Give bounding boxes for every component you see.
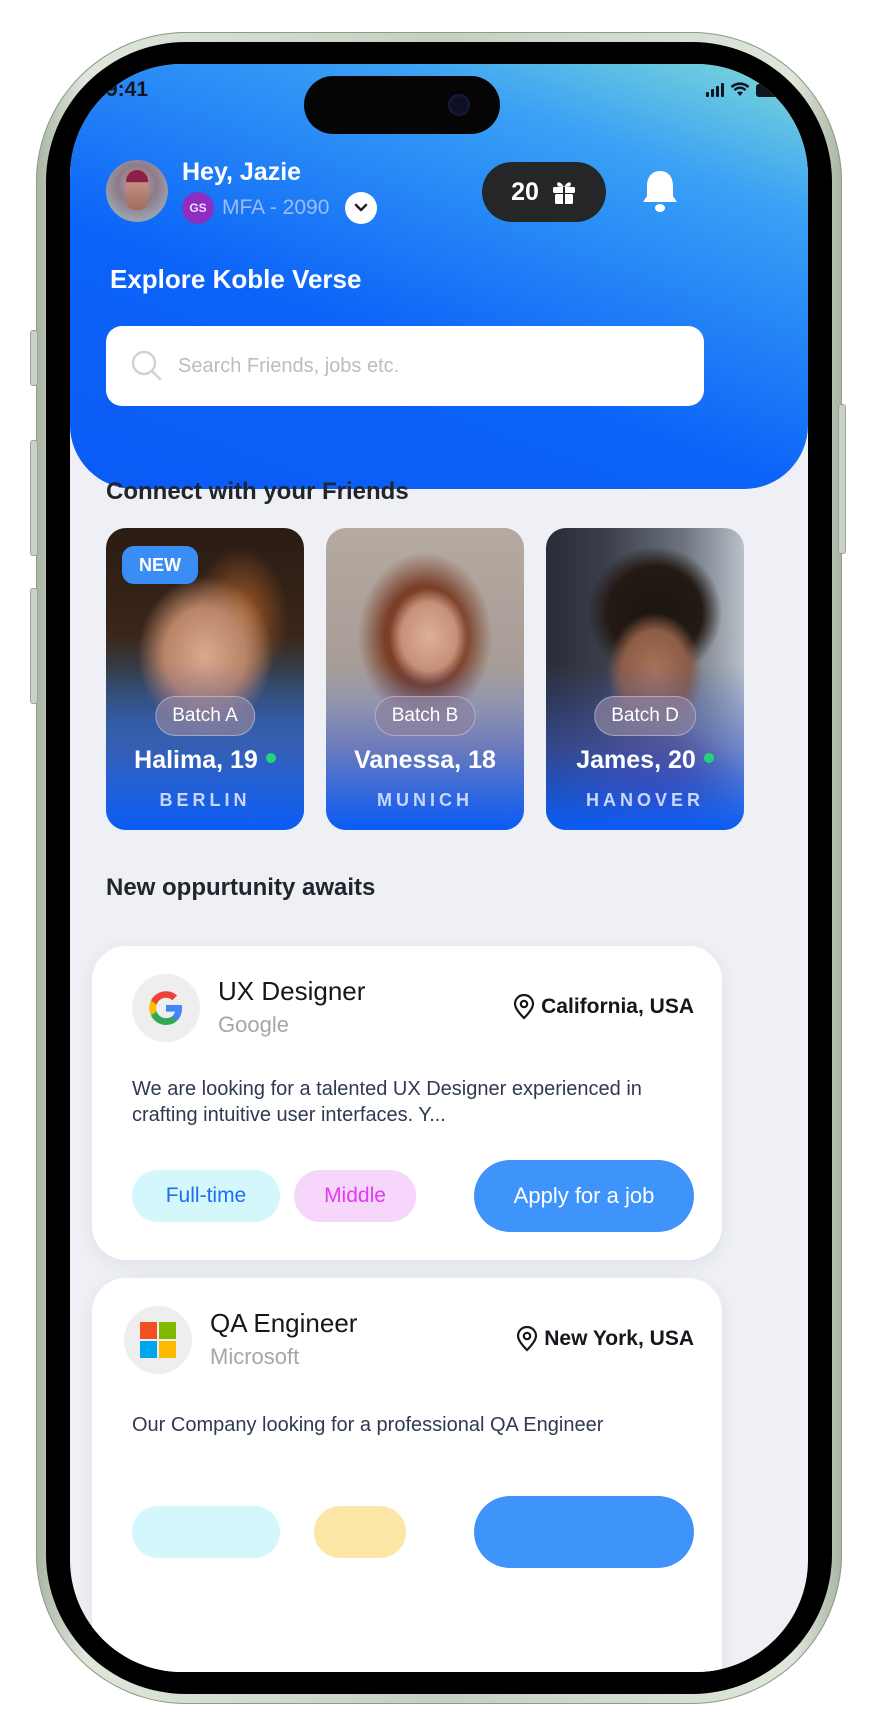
batch-pill: Batch D <box>594 696 696 736</box>
tag-employment-type <box>132 1506 280 1558</box>
batch-pill: Batch A <box>155 696 255 736</box>
job-location: California, USA <box>513 994 694 1020</box>
job-card[interactable]: QA Engineer Microsoft New York, USA Our … <box>92 1278 722 1672</box>
google-logo-icon <box>132 974 200 1042</box>
friend-name: James, 20 <box>546 746 744 775</box>
job-card[interactable]: UX Designer Google California, USA We ar… <box>92 946 722 1260</box>
online-status-dot <box>703 753 714 764</box>
friend-card[interactable]: NEW Batch A Halima, 19 BERLIN <box>106 528 304 830</box>
tag-level <box>314 1506 406 1558</box>
notification-bell-icon[interactable] <box>640 168 680 216</box>
chevron-down-icon[interactable] <box>345 192 378 224</box>
job-description: Our Company looking for a professional Q… <box>132 1414 604 1436</box>
explore-title: Explore Koble Verse <box>110 264 362 294</box>
job-location: New York, USA <box>516 1326 694 1352</box>
dynamic-island <box>304 76 500 134</box>
job-company: Google <box>218 1012 289 1037</box>
points-value: 20 <box>511 177 539 206</box>
app-screen: 9:41 Hey, Jazie GS MFA - 2090 20 Explore… <box>70 64 808 1672</box>
user-avatar[interactable] <box>106 160 168 222</box>
action-button <box>30 330 38 386</box>
search-input[interactable] <box>178 354 678 378</box>
job-company: Microsoft <box>210 1344 300 1369</box>
friend-name: Halima, 19 <box>106 746 304 775</box>
cellular-signal-icon <box>706 83 724 97</box>
location-pin-icon <box>517 1326 538 1352</box>
friend-city: BERLIN <box>159 790 251 810</box>
job-title: QA Engineer <box>210 1308 358 1338</box>
wifi-icon <box>730 82 750 96</box>
tag-level: Middle <box>294 1170 416 1222</box>
search-icon <box>131 350 162 381</box>
status-time: 9:41 <box>106 78 149 101</box>
location-pin-icon <box>514 994 535 1020</box>
camera-icon <box>448 94 470 116</box>
header-panel: 9:41 Hey, Jazie GS MFA - 2090 20 Explore… <box>70 64 808 489</box>
friend-name: Vanessa, 18 <box>354 746 496 774</box>
status-bar: 9:41 <box>70 64 808 134</box>
volume-down-button <box>30 588 38 704</box>
battery-icon <box>756 84 785 97</box>
online-status-dot <box>265 753 276 764</box>
job-title: UX Designer <box>218 976 366 1006</box>
friends-carousel[interactable]: NEW Batch A Halima, 19 BERLIN Batch B Va… <box>106 528 808 830</box>
jobs-section-title: New oppurtunity awaits <box>106 874 376 901</box>
friend-city: HANOVER <box>585 790 704 810</box>
org-badge: GS <box>182 192 214 224</box>
job-description: We are looking for a talented UX Designe… <box>132 1078 642 1126</box>
greeting-text: Hey, Jazie <box>182 158 302 186</box>
power-button <box>838 404 846 554</box>
apply-button[interactable] <box>474 1496 694 1568</box>
friend-card[interactable]: Batch B Vanessa, 18 MUNICH <box>326 528 524 830</box>
gift-icon <box>552 182 575 204</box>
friend-city: MUNICH <box>377 790 473 810</box>
batch-pill: Batch B <box>374 696 476 736</box>
status-icons <box>706 82 785 97</box>
rewards-points-button[interactable]: 20 <box>482 162 606 222</box>
search-bar[interactable] <box>106 326 704 406</box>
tag-employment-type: Full-time <box>132 1170 280 1222</box>
org-code: MFA - 2090 <box>222 196 330 219</box>
friends-section-title: Connect with your Friends <box>106 478 409 505</box>
friend-card[interactable]: Batch D James, 20 HANOVER <box>546 528 744 830</box>
organization-selector[interactable]: GS MFA - 2090 <box>182 192 378 224</box>
volume-up-button <box>30 440 38 556</box>
new-badge: NEW <box>122 546 198 584</box>
microsoft-logo-icon <box>124 1306 192 1374</box>
apply-button[interactable]: Apply for a job <box>474 1160 694 1232</box>
